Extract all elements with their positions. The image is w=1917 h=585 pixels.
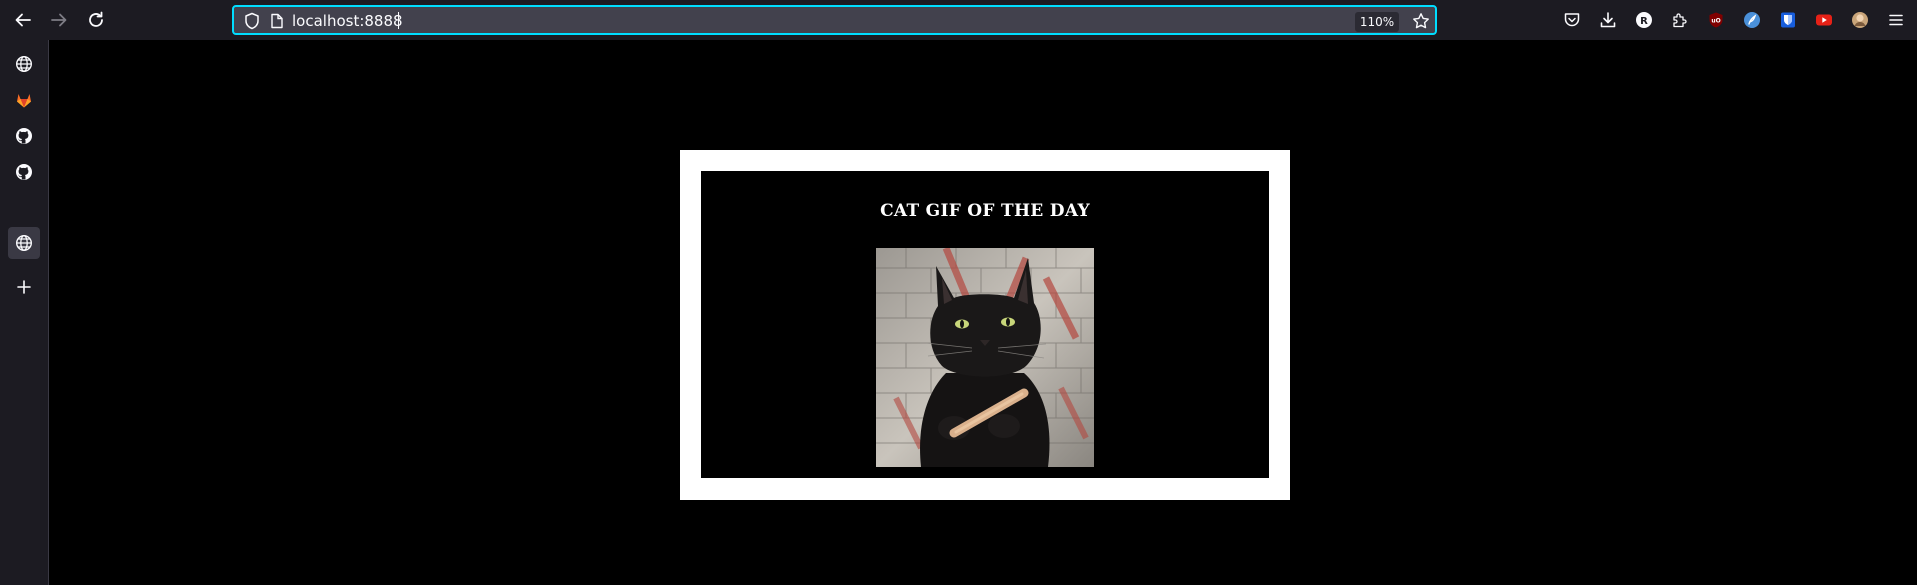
- ublock-origin-icon: uO: [1709, 12, 1723, 28]
- arrow-left-icon: [15, 13, 31, 27]
- page-icon[interactable]: [270, 13, 284, 29]
- page-viewport: CAT GIF OF THE DAY: [50, 40, 1917, 585]
- globe-icon: [15, 55, 33, 73]
- zoom-level-badge[interactable]: 110%: [1355, 12, 1399, 32]
- reload-button[interactable]: [84, 8, 108, 32]
- avatar-extension-button[interactable]: [1848, 8, 1872, 32]
- page-heading: CAT GIF OF THE DAY: [880, 201, 1090, 221]
- content-box: CAT GIF OF THE DAY: [701, 171, 1269, 478]
- svg-text:R: R: [1640, 16, 1648, 27]
- forward-button[interactable]: [47, 8, 71, 32]
- sidebar-item-globe[interactable]: [8, 48, 40, 80]
- gitlab-icon: [17, 94, 31, 108]
- sidebar-item-github-2[interactable]: [8, 156, 40, 188]
- feather-extension-icon: [1744, 12, 1760, 28]
- bitwarden-button[interactable]: [1776, 8, 1800, 32]
- svg-text:uO: uO: [1711, 18, 1720, 25]
- puzzle-icon: [1673, 13, 1687, 28]
- bitwarden-icon: [1781, 12, 1795, 28]
- avatar-icon: [1852, 12, 1868, 28]
- downloads-button[interactable]: [1596, 8, 1620, 32]
- extensions-button[interactable]: [1668, 8, 1692, 32]
- profile-r-icon: R: [1636, 12, 1652, 28]
- white-frame: CAT GIF OF THE DAY: [680, 150, 1290, 500]
- browser-toolbar: localhost:8888 110% R uO: [0, 0, 1917, 40]
- sidebar-add-button[interactable]: [8, 271, 40, 303]
- hamburger-menu-icon: [1889, 14, 1903, 26]
- globe-icon: [15, 234, 33, 252]
- sidebar-item-github-1[interactable]: [8, 120, 40, 152]
- reload-icon: [89, 11, 103, 27]
- menu-button[interactable]: [1884, 8, 1908, 32]
- ublock-button[interactable]: uO: [1704, 8, 1728, 32]
- cat-gif-image: [876, 248, 1094, 467]
- url-bar[interactable]: localhost:8888 110%: [232, 5, 1437, 35]
- plus-icon: [17, 280, 31, 294]
- pocket-button[interactable]: [1560, 8, 1584, 32]
- youtube-icon: [1816, 14, 1832, 26]
- star-icon[interactable]: [1412, 12, 1430, 30]
- youtube-extension-button[interactable]: [1812, 8, 1836, 32]
- profile-r-button[interactable]: R: [1632, 8, 1656, 32]
- github-icon: [16, 128, 32, 144]
- sidebar-item-globe-active[interactable]: [8, 227, 40, 259]
- sidebar: [0, 40, 49, 585]
- github-icon: [16, 164, 32, 180]
- arrow-right-icon: [51, 13, 67, 27]
- url-text[interactable]: localhost:8888: [292, 12, 403, 30]
- back-button[interactable]: [11, 8, 35, 32]
- download-icon: [1600, 12, 1616, 28]
- pocket-icon: [1564, 13, 1580, 27]
- text-caret: [398, 12, 399, 29]
- shield-icon[interactable]: [244, 12, 260, 30]
- sidebar-item-gitlab[interactable]: [8, 84, 40, 116]
- extension-blue-button[interactable]: [1740, 8, 1764, 32]
